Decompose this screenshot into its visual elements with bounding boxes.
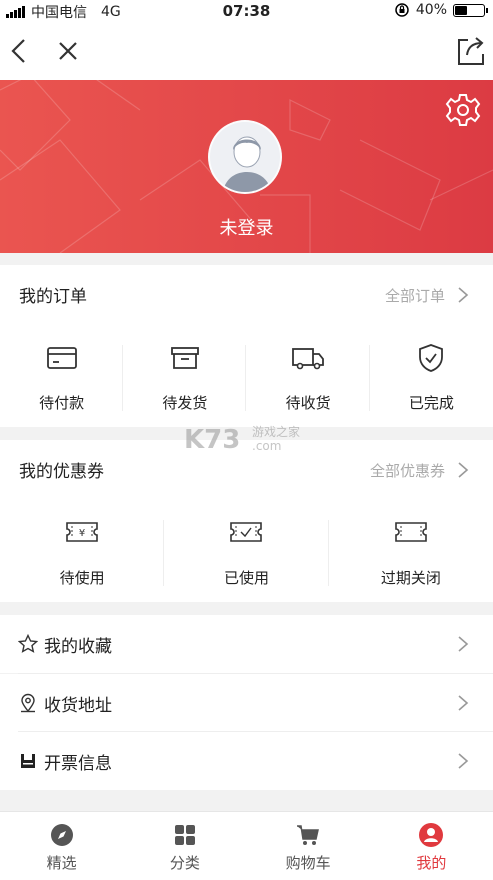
watermark-site: 游戏之家 (252, 424, 300, 439)
share-icon[interactable] (455, 34, 487, 68)
cart-icon (297, 825, 320, 845)
blank-ticket-icon (395, 522, 427, 542)
order-status-row: 待付款 待发货 待收货 已完成 (0, 325, 493, 425)
shield-check-icon (419, 344, 444, 372)
order-pending-shipment[interactable]: 待发货 (123, 325, 246, 425)
watermark-brand: K73 (184, 425, 240, 455)
divider (163, 520, 164, 586)
truck-icon (292, 348, 325, 370)
order-pending-payment[interactable]: 待付款 (0, 325, 123, 425)
orders-title: 我的订单 (19, 287, 87, 307)
profile-header: 未登录 (0, 80, 493, 253)
chevron-right-icon (458, 287, 469, 303)
coupon-expired[interactable]: 过期关闭 (329, 500, 493, 600)
nav-bar (0, 22, 493, 80)
coupon-used[interactable]: 已使用 (164, 500, 328, 600)
chevron-right-icon (458, 462, 469, 478)
tab-bar: 精选 分类 购物车 我的 (0, 811, 493, 880)
coupon-status-row: ¥ 待使用 已使用 过期关闭 (0, 500, 493, 600)
orders-card: 我的订单 全部订单 待付款 待发货 待收货 已完成 (0, 265, 493, 427)
profile-icon (419, 823, 444, 847)
all-orders-link[interactable]: 全部订单 (385, 285, 445, 306)
tab-cart[interactable]: 购物车 (247, 812, 370, 880)
tab-label: 分类 (169, 854, 200, 872)
tab-categories[interactable]: 分类 (123, 812, 246, 880)
status-bar: 中国电信 4G 07:38 40% (0, 0, 493, 22)
battery-percent: 40% (415, 2, 447, 18)
menu-item-favorites[interactable]: 我的收藏 (0, 615, 493, 673)
order-status-label: 待付款 (39, 394, 85, 412)
card-icon (46, 347, 77, 369)
all-coupons-link[interactable]: 全部优惠券 (370, 460, 445, 481)
box-icon (170, 347, 199, 369)
chevron-right-icon (458, 695, 469, 711)
orders-header[interactable]: 我的订单 全部订单 (0, 265, 493, 323)
location-icon (21, 693, 35, 713)
tab-label: 我的 (416, 854, 447, 872)
tab-label: 购物车 (285, 854, 331, 872)
invoice-icon (21, 754, 35, 768)
menu-item-invoice[interactable]: 开票信息 (0, 732, 493, 790)
grid-icon (174, 825, 195, 845)
order-pending-receipt[interactable]: 待收货 (247, 325, 370, 425)
chevron-right-icon (458, 636, 469, 652)
divider (245, 345, 246, 411)
status-right: 40% (394, 2, 488, 18)
chevron-right-icon (458, 753, 469, 769)
close-icon[interactable] (54, 36, 82, 66)
checked-ticket-icon (230, 522, 263, 542)
menu-item-label: 我的收藏 (44, 637, 112, 657)
menu-item-label: 开票信息 (44, 754, 112, 774)
avatar[interactable] (208, 120, 282, 194)
yen-ticket-icon: ¥ (66, 522, 98, 542)
menu-item-address[interactable]: 收货地址 (0, 674, 493, 732)
coupons-title: 我的优惠券 (19, 462, 104, 482)
order-completed[interactable]: 已完成 (370, 325, 493, 425)
battery-icon (453, 3, 488, 17)
login-label[interactable]: 未登录 (0, 214, 493, 240)
coupon-status-label: 已使用 (223, 569, 269, 587)
watermark-logo: K73 游戏之家 .com (184, 424, 300, 455)
star-icon (18, 634, 38, 653)
tab-featured[interactable]: 精选 (0, 812, 123, 880)
compass-icon (50, 824, 73, 846)
menu-item-label: 收货地址 (44, 696, 112, 716)
settings-icon[interactable] (445, 92, 481, 128)
coupon-status-label: 待使用 (59, 569, 105, 587)
divider (122, 345, 123, 411)
divider (328, 520, 329, 586)
order-status-label: 待发货 (162, 394, 208, 412)
coupon-unused[interactable]: ¥ 待使用 (0, 500, 164, 600)
watermark-domain: .com (252, 439, 281, 453)
tab-label: 精选 (46, 854, 77, 872)
coupon-status-label: 过期关闭 (380, 569, 441, 587)
back-icon[interactable] (4, 34, 34, 68)
order-status-label: 待收货 (285, 394, 331, 412)
svg-text:¥: ¥ (79, 528, 85, 539)
orientation-lock-icon (395, 3, 409, 17)
tab-mine[interactable]: 我的 (370, 812, 493, 880)
order-status-label: 已完成 (408, 394, 454, 412)
coupons-card: 我的优惠券 全部优惠券 ¥ 待使用 已使用 过期关闭 (0, 440, 493, 602)
divider (369, 345, 370, 411)
